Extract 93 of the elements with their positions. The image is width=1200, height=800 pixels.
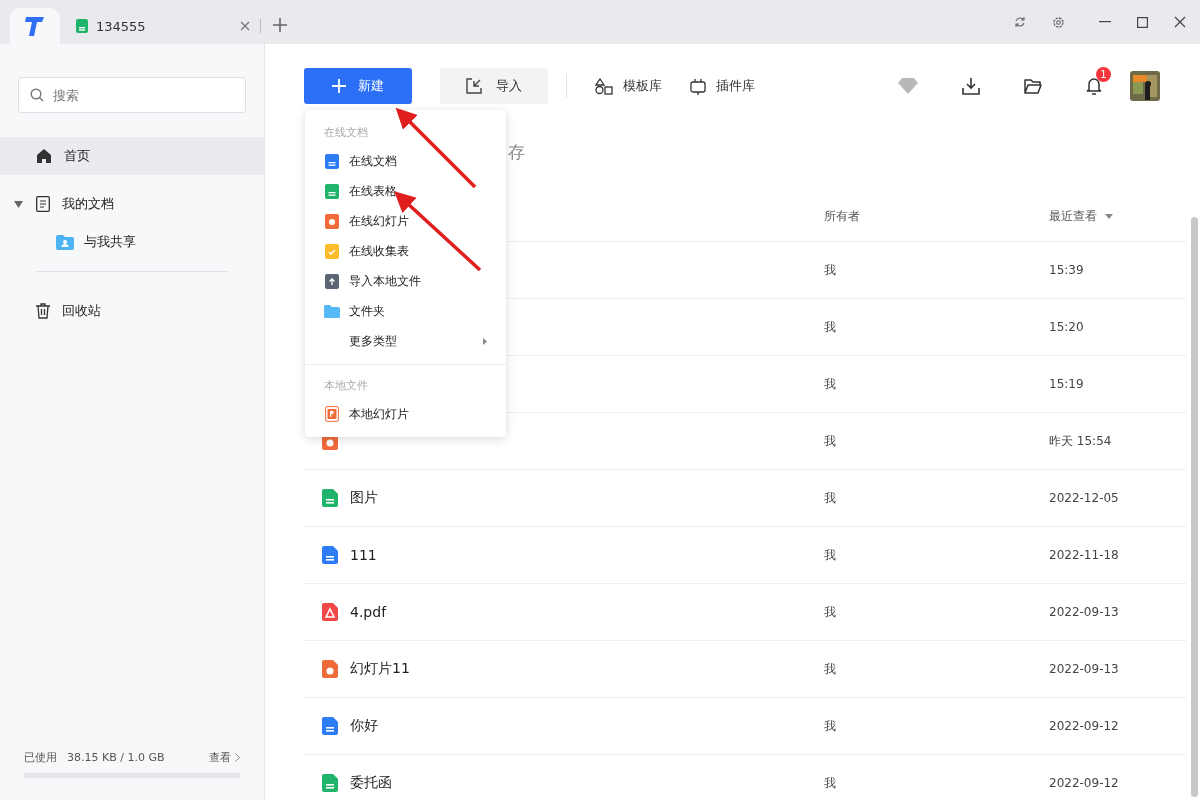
new-button[interactable]: 新建 bbox=[304, 68, 412, 104]
document-icon bbox=[325, 153, 339, 169]
slides-icon bbox=[322, 660, 338, 678]
storage-label: 已使用 bbox=[24, 750, 57, 765]
import-button[interactable]: 导入 bbox=[440, 68, 548, 104]
file-name[interactable]: 4.pdf bbox=[350, 604, 387, 620]
time-cell-text: 2022-11-18 bbox=[1049, 548, 1120, 562]
menu-section-title: 本地文件 bbox=[323, 378, 369, 394]
time-cell-text: 昨天 15:54 bbox=[1049, 432, 1113, 450]
column-header[interactable]: 所有者 bbox=[824, 207, 1049, 225]
sidebar-item[interactable]: 回收站 bbox=[0, 292, 264, 330]
logo-icon bbox=[23, 15, 47, 37]
owner-cell-text: 我 bbox=[824, 717, 837, 735]
sidebar-item[interactable]: 我的文档 bbox=[0, 185, 264, 223]
time-cell-text: 2022-09-13 bbox=[1049, 605, 1120, 619]
time-cell-text: 15:19 bbox=[1049, 377, 1085, 391]
time-cell-text: 15:20 bbox=[1049, 320, 1085, 334]
storage-usage: 38.15 KB / 1.0 GB bbox=[67, 751, 165, 764]
app-tab[interactable] bbox=[10, 8, 60, 44]
menu-item[interactable]: 在线收集表 bbox=[305, 236, 506, 266]
file-name[interactable]: 111 bbox=[350, 547, 377, 563]
file-name[interactable]: 你好 bbox=[350, 717, 378, 735]
pdf-icon bbox=[322, 603, 338, 621]
plugin-library-link[interactable]: 插件库 bbox=[690, 77, 755, 95]
owner-cell-text: 我 bbox=[824, 489, 837, 507]
plug-icon bbox=[690, 77, 706, 95]
new-tab-icon[interactable] bbox=[273, 18, 287, 32]
owner-cell-text: 我 bbox=[824, 774, 837, 792]
spreadsheet-icon bbox=[325, 183, 339, 199]
minimize-icon[interactable] bbox=[1099, 21, 1111, 23]
owner-cell-text: 我 bbox=[824, 261, 837, 279]
folder-icon[interactable] bbox=[1024, 78, 1042, 94]
menu-item[interactable]: 导入本地文件 bbox=[305, 266, 506, 296]
menu-item[interactable]: 在线文档 bbox=[305, 146, 506, 176]
close-icon[interactable] bbox=[1174, 16, 1186, 28]
owner-cell-text: 我 bbox=[824, 432, 837, 450]
time-cell-text: 2022-09-13 bbox=[1049, 662, 1120, 676]
column-header[interactable]: 最近查看 bbox=[1049, 207, 1186, 225]
shared-folder-icon bbox=[56, 234, 74, 250]
template-library-link[interactable]: 模板库 bbox=[595, 77, 662, 95]
time-cell-text: 2022-09-12 bbox=[1049, 776, 1120, 790]
sidebar-item[interactable]: 与我共享 bbox=[0, 223, 264, 261]
file-tab[interactable]: 134555 bbox=[68, 8, 258, 44]
sidebar-item[interactable]: 首页 bbox=[0, 137, 264, 175]
file-name[interactable]: 图片 bbox=[350, 489, 378, 507]
time-cell-text: 2022-09-12 bbox=[1049, 719, 1120, 733]
search-icon bbox=[30, 88, 44, 102]
slides-icon bbox=[325, 213, 339, 229]
settings-icon[interactable] bbox=[1052, 15, 1065, 29]
menu-item[interactable]: 在线表格 bbox=[305, 176, 506, 206]
time-cell-text: 15:39 bbox=[1049, 263, 1085, 277]
menu-item[interactable]: 文件夹 bbox=[305, 296, 506, 326]
upload-icon bbox=[325, 273, 339, 289]
menu-item[interactable]: 本地幻灯片 bbox=[305, 399, 506, 429]
document-icon bbox=[322, 546, 338, 564]
maximize-icon[interactable] bbox=[1137, 16, 1148, 28]
sort-icon[interactable] bbox=[1105, 213, 1113, 219]
form-icon bbox=[325, 243, 339, 259]
spreadsheet-icon bbox=[76, 19, 88, 33]
document-icon bbox=[36, 196, 50, 212]
owner-cell-text: 我 bbox=[824, 660, 837, 678]
folder-icon bbox=[324, 304, 340, 318]
spreadsheet-icon bbox=[322, 489, 338, 507]
submenu-arrow-icon bbox=[483, 337, 487, 345]
plus-icon bbox=[332, 79, 346, 93]
file-name[interactable]: 委托函 bbox=[350, 774, 392, 792]
bell-icon[interactable] bbox=[1086, 77, 1102, 95]
search-field[interactable]: 搜索 bbox=[18, 77, 246, 113]
chevron-icon[interactable] bbox=[235, 753, 240, 762]
menu-item[interactable]: 更多类型 bbox=[305, 326, 506, 356]
menu-section-title: 在线文档 bbox=[323, 125, 369, 141]
section-heading: 存 bbox=[508, 141, 526, 164]
import-icon bbox=[466, 78, 482, 94]
download-icon[interactable] bbox=[962, 77, 980, 95]
view-link[interactable]: 查看 bbox=[209, 750, 231, 765]
owner-cell-text: 我 bbox=[824, 318, 837, 336]
close-icon[interactable] bbox=[240, 21, 250, 31]
document-icon bbox=[322, 717, 338, 735]
menu-item[interactable]: 在线幻灯片 bbox=[305, 206, 506, 236]
owner-cell-text: 我 bbox=[824, 546, 837, 564]
trash-icon bbox=[36, 303, 50, 319]
owner-cell-text: 我 bbox=[824, 375, 837, 393]
caret-icon[interactable] bbox=[14, 200, 23, 208]
home-icon bbox=[36, 148, 52, 164]
presentation-icon bbox=[325, 406, 339, 422]
shapes-icon bbox=[595, 77, 613, 95]
time-cell-text: 2022-12-05 bbox=[1049, 491, 1120, 505]
refresh-icon[interactable] bbox=[1014, 16, 1026, 28]
file-name[interactable]: 幻灯片11 bbox=[350, 660, 410, 678]
scrollbar[interactable] bbox=[1190, 217, 1198, 797]
spreadsheet-icon bbox=[322, 774, 338, 792]
notification-badge: 1 bbox=[1096, 67, 1111, 82]
owner-cell-text: 我 bbox=[824, 603, 837, 621]
